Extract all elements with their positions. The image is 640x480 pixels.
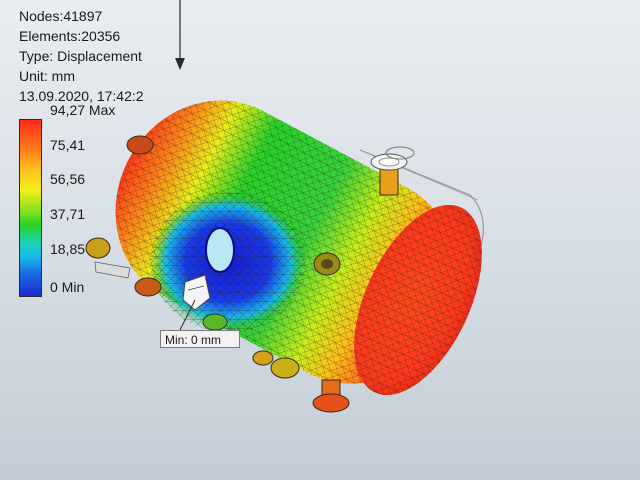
fea-model-viewport[interactable] <box>0 0 640 480</box>
nozzle-bottom-left <box>202 313 228 331</box>
max-marker-arrow <box>175 0 185 70</box>
nozzle-left-lower <box>134 277 162 297</box>
nozzle-center <box>313 252 341 276</box>
nozzle-bottom-right <box>312 379 350 413</box>
min-value-tag: Min: 0 mm <box>160 330 240 348</box>
nozzle-left-upper <box>126 135 154 155</box>
